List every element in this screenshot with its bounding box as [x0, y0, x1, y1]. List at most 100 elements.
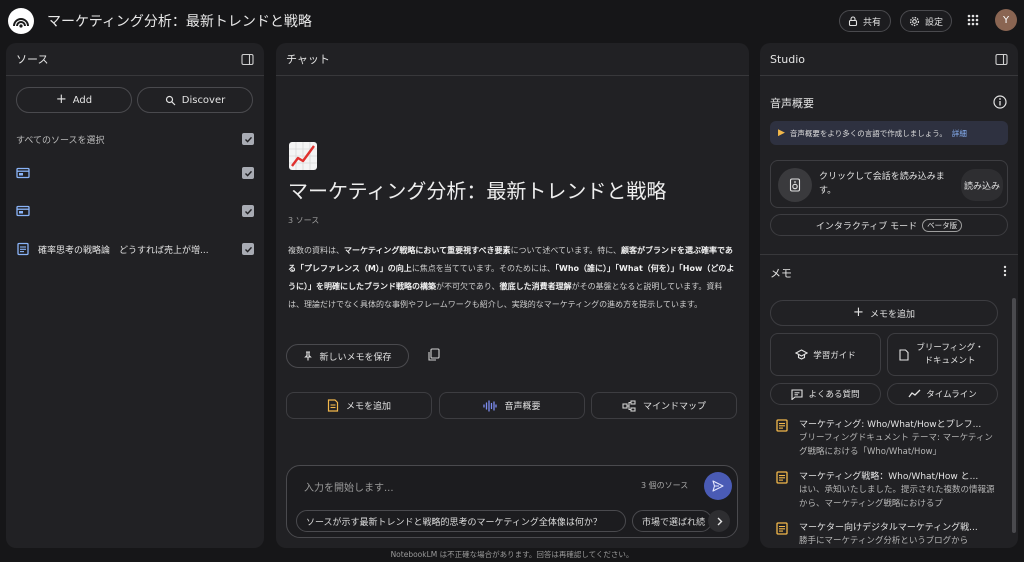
- send-icon: [712, 480, 724, 492]
- audio-overview-action-button[interactable]: 音声概要: [439, 392, 585, 419]
- faq-button[interactable]: よくある質問: [770, 383, 881, 405]
- interactive-mode-button[interactable]: インタラクティブ モード ベータ版: [770, 214, 1008, 236]
- send-button[interactable]: [704, 472, 732, 500]
- note-item[interactable]: マーケター向けデジタルマーケティング戦... 勝手にマーケティング分析というブロ…: [776, 520, 994, 548]
- document-icon: [899, 348, 909, 361]
- interactive-mode-label: インタラクティブ モード: [815, 221, 918, 232]
- settings-button[interactable]: 設定: [900, 10, 952, 32]
- discover-search-icon: [165, 95, 176, 105]
- lock-icon: [848, 16, 858, 26]
- add-note-label: メモを追加: [345, 402, 391, 412]
- discover-button[interactable]: Discover: [137, 87, 253, 113]
- add-note-label: メモを追加: [869, 309, 915, 320]
- add-source-button[interactable]: + Add: [16, 87, 132, 113]
- notes-heading: メモ: [770, 267, 792, 280]
- timeline-button[interactable]: タイムライン: [887, 383, 998, 405]
- apps-grid-icon[interactable]: [967, 14, 979, 26]
- source-checkbox[interactable]: [242, 243, 254, 255]
- summary-segment: が不可欠であり、: [436, 282, 500, 291]
- pin-icon: [304, 351, 313, 361]
- waveform-icon: [483, 399, 498, 412]
- notebook-title[interactable]: マーケティング分析：最新トレンドと戦略: [47, 11, 312, 31]
- share-label: 共有: [863, 17, 882, 28]
- scrollbar[interactable]: [1012, 298, 1016, 533]
- chat-input-box[interactable]: 入力を開始します... 3 個のソース ソースが示す最新トレンドと戦略的思考のマ…: [286, 465, 738, 538]
- summary-segment: について述べています。特に、: [510, 246, 621, 255]
- chat-title-label: チャット: [286, 53, 330, 66]
- audio-overview-label: 音声概要: [504, 402, 541, 412]
- copy-icon[interactable]: [427, 348, 440, 361]
- suggested-question[interactable]: 市場で選ばれ続: [632, 510, 712, 532]
- avatar[interactable]: Y: [995, 9, 1017, 31]
- source-label: 確率思考の戦略論 どうすれば売上が増...: [38, 245, 209, 256]
- note-preview: はい、承知いたしました。提示された複数の情報源から、マーケティング戦略におけるプ: [799, 485, 995, 509]
- source-checkbox[interactable]: [242, 205, 254, 217]
- gear-icon: [909, 16, 920, 26]
- discover-label: Discover: [181, 94, 226, 106]
- collapse-panel-icon[interactable]: [995, 53, 1008, 66]
- chat-input-placeholder[interactable]: 入力を開始します...: [304, 479, 394, 494]
- summary-segment: 複数の資料は、: [288, 246, 344, 255]
- studio-panel: Studio 音声概要 ▶ 音声概要をより多くの言語で作成しましょう。 詳細 ク…: [760, 43, 1018, 548]
- chat-header: チャット: [276, 43, 749, 76]
- note-icon: [776, 419, 788, 432]
- web-icon: [16, 167, 30, 179]
- graduation-cap-icon: [795, 349, 809, 360]
- share-button[interactable]: 共有: [839, 10, 891, 32]
- audio-overview-card: クリックして会話を読み込みます。 読み込み: [770, 160, 1008, 208]
- notebook-heading: マーケティング分析：最新トレンドと戦略: [288, 179, 667, 203]
- plus-icon: +: [853, 305, 864, 320]
- chart-increasing-icon: [288, 141, 318, 171]
- input-source-count: 3 個のソース: [641, 481, 689, 490]
- summary-segment: に焦点を当てています。そのためには、: [411, 264, 556, 273]
- study-guide-button[interactable]: 学習ガイド: [770, 333, 881, 376]
- party-icon: ▶: [778, 128, 785, 138]
- sources-title: ソース: [16, 53, 49, 66]
- source-item[interactable]: [16, 201, 254, 221]
- briefing-doc-label: ブリーフィング・ドキュメント: [916, 342, 984, 366]
- note-item[interactable]: マーケティング: Who/What/Howとプレフ... ブリーフィングドキュメ…: [776, 417, 994, 461]
- add-note-action-button[interactable]: メモを追加: [286, 392, 432, 419]
- suggested-question[interactable]: ソースが示す最新トレンドと戦略的思考のマーケティング全体像は何か？: [296, 510, 626, 532]
- add-source-label: Add: [72, 94, 93, 106]
- chat-panel: チャット マーケティング分析：最新トレンドと戦略 3 ソース 複数の資料は、マー…: [276, 43, 749, 548]
- settings-label: 設定: [925, 17, 944, 28]
- timeline-icon: [908, 389, 921, 398]
- note-icon: [327, 399, 339, 412]
- collapse-panel-icon[interactable]: [241, 53, 254, 66]
- source-item[interactable]: [16, 163, 254, 183]
- mind-map-action-button[interactable]: マインドマップ: [591, 392, 737, 419]
- banner-details-link[interactable]: 詳細: [952, 128, 967, 139]
- source-item[interactable]: 確率思考の戦略論 どうすれば売上が増...: [16, 239, 254, 259]
- studio-header: Studio: [760, 43, 1018, 76]
- sources-panel: ソース + Add Discover すべてのソースを選択 確率思考の戦略論 ど…: [6, 43, 264, 548]
- select-all-sources-row[interactable]: すべてのソースを選択: [16, 129, 254, 149]
- briefing-doc-button[interactable]: ブリーフィング・ドキュメント: [887, 333, 998, 376]
- save-note-button[interactable]: 新しいメモを保存: [286, 344, 409, 368]
- notebooklm-logo-icon[interactable]: [8, 8, 34, 34]
- faq-label: よくある質問: [808, 390, 860, 400]
- note-preview: 勝手にマーケティング分析というブログから: [799, 536, 969, 546]
- source-checkbox[interactable]: [242, 167, 254, 179]
- load-audio-button[interactable]: 読み込み: [961, 169, 1003, 201]
- timeline-label: タイムライン: [926, 390, 977, 400]
- divider: [760, 254, 1018, 255]
- note-preview: ブリーフィングドキュメント テーマ: マーケティング戦略における「Who/Wha…: [799, 433, 993, 457]
- more-vert-icon[interactable]: [1003, 265, 1007, 277]
- study-guide-label: 学習ガイド: [813, 350, 856, 361]
- note-item[interactable]: マーケティング戦略：Who/What/How と... はい、承知いたしました。…: [776, 469, 995, 513]
- banner-text: 音声概要をより多くの言語で作成しましょう。: [789, 128, 947, 138]
- mind-map-icon: [622, 399, 636, 412]
- sources-header: ソース: [6, 43, 264, 76]
- studio-title: Studio: [770, 52, 806, 66]
- save-note-label: 新しいメモを保存: [319, 352, 392, 363]
- info-icon[interactable]: [993, 95, 1007, 109]
- beta-badge: ベータ版: [922, 218, 963, 232]
- note-icon: [776, 522, 788, 535]
- note-icon: [776, 471, 788, 484]
- select-all-checkbox[interactable]: [242, 133, 254, 145]
- summary-segment: 徹底した消費者理解: [499, 282, 572, 291]
- chevron-right-icon[interactable]: [708, 510, 730, 532]
- add-note-button[interactable]: + メモを追加: [770, 300, 998, 326]
- web-icon: [16, 205, 30, 217]
